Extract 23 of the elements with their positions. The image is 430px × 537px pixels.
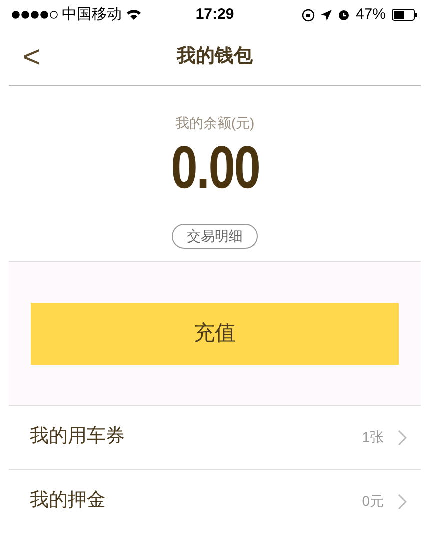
battery-percent: 47% bbox=[356, 4, 386, 25]
location-icon bbox=[320, 10, 332, 20]
item-label: 我的押金 bbox=[30, 489, 107, 514]
transaction-details-button[interactable]: 交易明细 bbox=[172, 224, 258, 249]
recharge-button[interactable]: 充值 bbox=[31, 302, 399, 364]
list-item[interactable]: 我的用车券 1张 bbox=[9, 405, 421, 469]
carrier-name: 中国移动 bbox=[62, 4, 122, 25]
wifi-icon bbox=[126, 9, 142, 21]
signal-icon bbox=[12, 11, 58, 19]
chevron-right-icon bbox=[398, 430, 407, 446]
rotation-lock-icon bbox=[302, 8, 315, 22]
balance-label: 我的余额(元) bbox=[175, 114, 255, 133]
item-value: 0元 bbox=[362, 492, 384, 511]
chevron-right-icon bbox=[398, 494, 407, 510]
status-time: 17:29 bbox=[194, 4, 236, 25]
balance-amount: 0.00 bbox=[170, 136, 260, 200]
battery-icon bbox=[392, 9, 418, 21]
back-button[interactable]: < bbox=[23, 42, 41, 72]
list-item[interactable]: 我的押金 0元 bbox=[9, 469, 421, 533]
alarm-icon bbox=[338, 9, 350, 21]
item-value: 1张 bbox=[362, 428, 384, 447]
page-title: 我的钱包 bbox=[177, 45, 253, 70]
item-label: 我的用车券 bbox=[30, 425, 126, 450]
